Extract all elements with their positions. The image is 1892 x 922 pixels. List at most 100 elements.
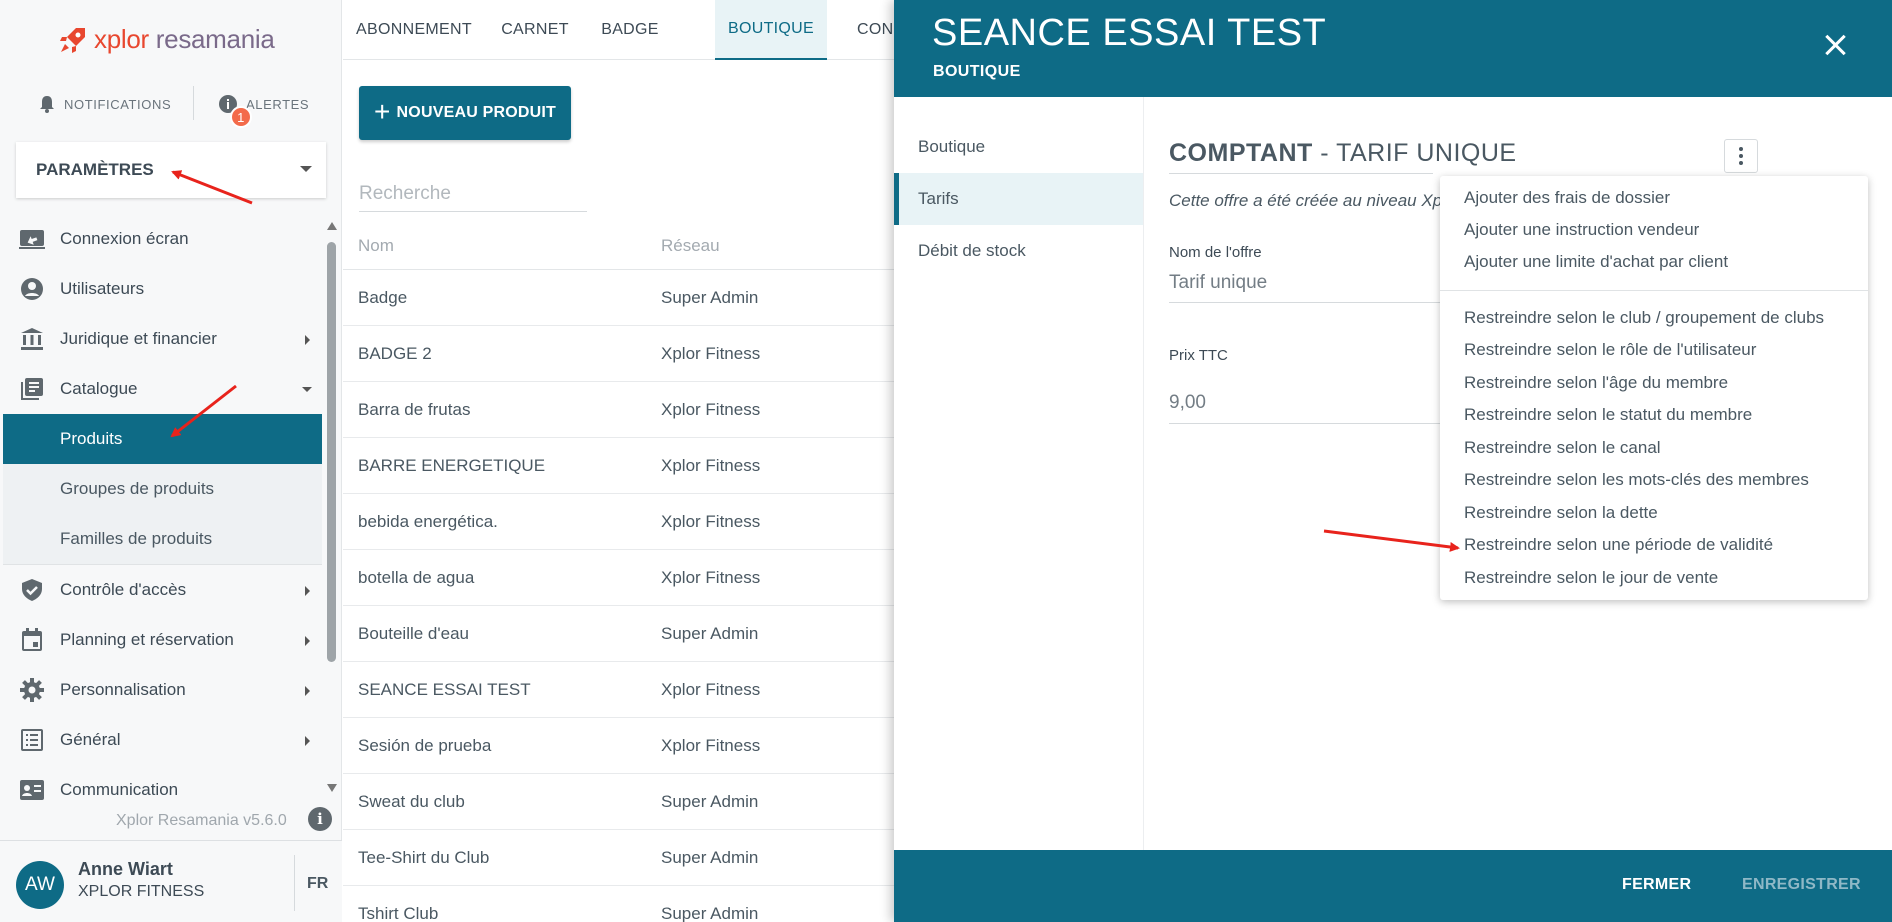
product-network: Xplor Fitness (661, 399, 761, 419)
table-row[interactable]: Tee-Shirt du Club Super Admin (343, 830, 903, 886)
offer-title-separator: - (1312, 139, 1337, 167)
table-row[interactable]: BARRE ENERGETIQUE Xplor Fitness (343, 438, 903, 494)
table-row[interactable]: Badge Super Admin (343, 270, 903, 326)
table-row[interactable]: Bouteille d'eau Super Admin (343, 606, 903, 662)
language-switch[interactable]: FR (307, 875, 328, 893)
menu-item-restrict-age[interactable]: Restreindre selon l'âge du membre (1464, 373, 1728, 393)
menu-item-frais-dossier[interactable]: Ajouter des frais de dossier (1464, 188, 1670, 208)
sidebar-scrollbar[interactable] (326, 222, 337, 794)
panel-nav-boutique[interactable]: Boutique (894, 121, 1143, 173)
sidebar-item-label: Communication (60, 780, 179, 799)
offer-title-underline (1169, 173, 1433, 174)
product-name: Sweat du club (358, 791, 465, 811)
product-name: Barra de frutas (358, 399, 471, 419)
close-icon[interactable] (1820, 30, 1850, 60)
table-row[interactable]: BADGE 2 Xplor Fitness (343, 326, 903, 382)
avatar[interactable]: AW (16, 861, 64, 909)
scroll-thumb[interactable] (327, 242, 336, 662)
close-button[interactable]: FERMER (1622, 876, 1691, 894)
table-row[interactable]: Barra de frutas Xplor Fitness (343, 382, 903, 438)
info-icon: 1 (218, 94, 252, 128)
settings-select[interactable]: PARAMÈTRES (16, 142, 326, 198)
rocket-icon (58, 25, 88, 55)
menu-item-restrict-dette[interactable]: Restreindre selon la dette (1464, 503, 1658, 523)
table-row[interactable]: Sweat du club Super Admin (343, 774, 903, 830)
column-header-reseau[interactable]: Réseau (661, 236, 720, 256)
user-organization: XPLOR FITNESS (78, 883, 205, 900)
sidebar-item-planning[interactable]: Planning et réservation (3, 615, 322, 665)
product-network: Xplor Fitness (661, 455, 761, 475)
gear-icon (19, 678, 45, 702)
column-header-nom[interactable]: Nom (358, 236, 394, 256)
sidebar-item-label: Contrôle d'accès (60, 580, 187, 599)
table-row[interactable]: Tshirt Club Super Admin (343, 886, 903, 922)
alerts-button[interactable]: 1 ALERTES (218, 94, 310, 128)
menu-item-restrict-mots-cles[interactable]: Restreindre selon les mots-clés des memb… (1464, 470, 1809, 490)
sidebar-item-controle-acces[interactable]: Contrôle d'accès (3, 565, 322, 615)
table-row[interactable]: SEANCE ESSAI TEST Xplor Fitness (343, 662, 903, 718)
shield-check-icon (19, 578, 45, 602)
panel-nav-tarifs[interactable]: Tarifs (894, 173, 1143, 225)
price-field[interactable]: 9,00 (1169, 392, 1206, 414)
sidebar-item-communication[interactable]: Communication (3, 765, 322, 815)
offer-origin-note: Cette offre a été créée au niveau Xp (1169, 191, 1443, 210)
menu-item-restrict-canal[interactable]: Restreindre selon le canal (1464, 438, 1661, 458)
app-logo[interactable]: xplor resamania (58, 24, 275, 55)
offer-type: COMPTANT (1169, 139, 1313, 167)
product-network: Super Admin (661, 623, 759, 643)
user-footer: AW Anne Wiart XPLOR FITNESS FR (0, 840, 342, 922)
sidebar-subitem-produits[interactable]: Produits (3, 414, 322, 464)
list-icon (19, 728, 45, 752)
bell-icon (40, 96, 54, 113)
product-network: Xplor Fitness (661, 735, 761, 755)
catalog-icon (19, 377, 45, 401)
scroll-down-arrow-icon[interactable] (327, 784, 337, 792)
table-row[interactable]: botella de agua Xplor Fitness (343, 550, 903, 606)
menu-item-restrict-periode[interactable]: Restreindre selon une période de validit… (1464, 535, 1773, 555)
scroll-up-arrow-icon[interactable] (327, 222, 337, 230)
menu-item-restrict-jour[interactable]: Restreindre selon le jour de vente (1464, 568, 1718, 588)
table-row[interactable]: bebida energética. Xplor Fitness (343, 494, 903, 550)
sidebar-subitem-groupes[interactable]: Groupes de produits (3, 464, 322, 514)
sidebar-subitem-familles[interactable]: Familles de produits (3, 514, 322, 564)
screen-share-icon (19, 227, 45, 251)
sidebar-topbar: NOTIFICATIONS 1 ALERTES (0, 84, 342, 128)
panel-nav-debit-stock[interactable]: Débit de stock (894, 225, 1143, 277)
offer-name-field[interactable]: Tarif unique (1169, 272, 1267, 294)
panel-subtitle: BOUTIQUE (933, 63, 1021, 80)
sidebar-item-juridique[interactable]: Juridique et financier (3, 314, 322, 364)
sidebar-item-utilisateurs[interactable]: Utilisateurs (3, 264, 322, 314)
more-options-button[interactable] (1724, 139, 1758, 173)
products-page: ABONNEMENT CARNET BADGE BOUTIQUE CON + N… (343, 0, 903, 922)
sidebar-menu: Connexion écran Utilisateurs Juridique e… (3, 214, 322, 815)
tab-boutique[interactable]: BOUTIQUE (715, 0, 827, 60)
product-network: Super Admin (661, 903, 759, 922)
product-name: SEANCE ESSAI TEST (358, 679, 531, 699)
sidebar-item-personnalisation[interactable]: Personnalisation (3, 665, 322, 715)
sidebar-item-connexion-ecran[interactable]: Connexion écran (3, 214, 322, 264)
product-network: Xplor Fitness (661, 511, 761, 531)
notifications-button[interactable]: NOTIFICATIONS (38, 94, 171, 114)
panel-title: SEANCE ESSAI TEST (932, 12, 1327, 54)
price-label: Prix TTC (1169, 347, 1228, 364)
new-product-button[interactable]: + NOUVEAU PRODUIT (359, 86, 571, 140)
table-row[interactable]: Sesión de prueba Xplor Fitness (343, 718, 903, 774)
menu-item-restrict-club[interactable]: Restreindre selon le club / groupement d… (1464, 308, 1824, 328)
sidebar-item-general[interactable]: Général (3, 715, 322, 765)
info-icon[interactable]: i (308, 807, 332, 831)
menu-item-instruction-vendeur[interactable]: Ajouter une instruction vendeur (1464, 220, 1699, 240)
search-input[interactable] (359, 176, 587, 212)
save-button[interactable]: ENREGISTRER (1742, 876, 1861, 894)
alerts-label: ALERTES (246, 96, 310, 112)
tab-carnet[interactable]: CARNET (485, 0, 585, 60)
tab-abonnement[interactable]: ABONNEMENT (343, 0, 485, 60)
menu-item-restrict-statut[interactable]: Restreindre selon le statut du membre (1464, 405, 1752, 425)
sidebar-item-catalogue[interactable]: Catalogue (3, 364, 322, 414)
sidebar-item-label: Catalogue (60, 379, 138, 398)
product-name: botella de agua (358, 567, 475, 587)
menu-item-limite-achat[interactable]: Ajouter une limite d'achat par client (1464, 252, 1728, 272)
sidebar-item-label: Personnalisation (60, 680, 186, 699)
menu-item-restrict-role[interactable]: Restreindre selon le rôle de l'utilisate… (1464, 340, 1756, 360)
tab-badge[interactable]: BADGE (585, 0, 675, 60)
product-name: BARRE ENERGETIQUE (358, 455, 546, 475)
